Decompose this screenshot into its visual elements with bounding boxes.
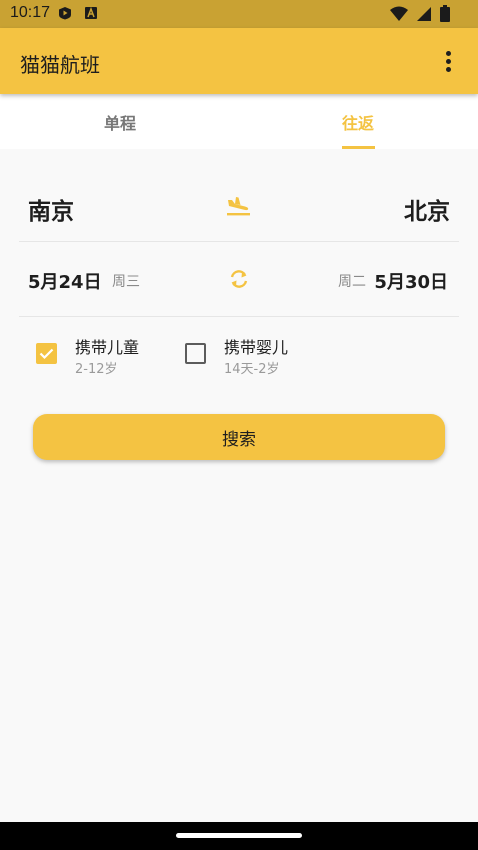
a-notification-icon	[85, 6, 97, 19]
battery-icon	[440, 5, 450, 22]
children-age-range: 2-12岁	[75, 362, 118, 377]
check-icon	[39, 348, 54, 360]
infant-checkbox[interactable]	[185, 343, 206, 364]
tab-one-way[interactable]: 单程	[104, 110, 136, 134]
status-time: 10:17	[10, 4, 51, 21]
search-button[interactable]: 搜索	[33, 414, 445, 460]
page-title: 猫猫航班	[20, 53, 100, 77]
signal-icon	[417, 6, 431, 21]
departure-date[interactable]: 5月24日	[28, 268, 102, 294]
status-bar: 10:17	[0, 0, 478, 28]
flight-land-icon	[227, 197, 250, 216]
infant-label: 携带婴儿	[224, 338, 289, 357]
status-left-icons	[58, 6, 98, 20]
arrival-city[interactable]: 北京	[404, 192, 450, 226]
wifi-icon	[390, 6, 408, 21]
return-weekday: 周二	[338, 274, 366, 290]
swap-icon[interactable]	[228, 268, 250, 290]
media-play-icon	[59, 7, 71, 20]
divider	[19, 316, 459, 317]
children-label: 携带儿童	[75, 338, 140, 357]
children-checkbox[interactable]	[36, 343, 57, 364]
more-vert-icon[interactable]	[436, 48, 460, 74]
status-right-icons	[390, 5, 450, 22]
return-date[interactable]: 5月30日	[374, 268, 448, 294]
app-bar: 猫猫航班	[0, 28, 478, 94]
divider	[19, 241, 459, 242]
departure-weekday: 周三	[112, 274, 140, 290]
tab-round-trip[interactable]: 往返	[342, 110, 374, 134]
trip-type-tabs: 单程 往返	[0, 94, 478, 149]
infant-age-range: 14天-2岁	[224, 362, 280, 377]
departure-city[interactable]: 南京	[28, 192, 74, 226]
tab-indicator	[342, 146, 375, 149]
home-handle[interactable]	[176, 833, 302, 838]
navigation-bar	[0, 822, 478, 850]
